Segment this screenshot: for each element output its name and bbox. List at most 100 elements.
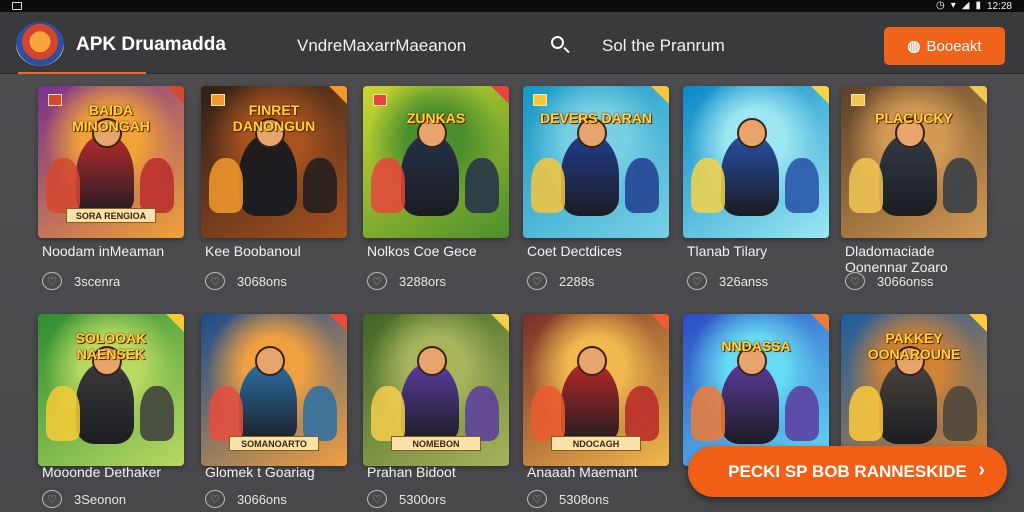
game-card[interactable]: SOLOOAK NAENSEK — [38, 314, 184, 466]
game-side-character — [465, 158, 499, 213]
game-meta: ♡ 326anss — [687, 272, 768, 290]
favorite-icon[interactable]: ♡ — [42, 272, 62, 290]
game-title[interactable]: Dladomaciade Oonennar Zoaro — [845, 243, 997, 275]
game-title[interactable]: Nolkos Coe Gece — [367, 243, 535, 259]
wifi-icon: ▾ — [950, 0, 956, 11]
game-side-character — [209, 158, 243, 213]
game-card[interactable]: BAIDA MINONGAH SORA RENGIOA — [38, 86, 184, 238]
game-card[interactable]: PLACUCKY — [841, 86, 987, 238]
floating-action-button[interactable]: PECKI SP BOB RANNESKIDE › — [688, 446, 1007, 497]
game-side-character — [465, 386, 499, 441]
game-character-illustration — [879, 346, 937, 444]
game-card[interactable]: SOMANOARTO — [201, 314, 347, 466]
game-side-character — [785, 158, 819, 213]
game-side-character — [531, 158, 565, 213]
game-stat: 5308ons — [559, 491, 609, 507]
game-logo-text: NNDASSA — [721, 338, 791, 354]
game-logo-text: BAIDA MINONGAH — [72, 102, 150, 134]
game-character-illustration — [401, 118, 459, 216]
status-time: 12:28 — [986, 0, 1012, 12]
photo-icon — [12, 2, 22, 10]
signal-icon: ◢ — [961, 0, 970, 11]
nav-link-primary[interactable]: VndreMaxarrMaeanon — [297, 36, 466, 56]
game-stat: 3Seonon — [74, 491, 127, 507]
game-side-character — [371, 158, 405, 213]
game-banner: NDOCAGH — [551, 436, 641, 451]
game-side-character — [140, 158, 174, 213]
header-action-button[interactable]: ◍ Booeakt — [884, 27, 1005, 65]
game-card[interactable]: NOMEBON — [363, 314, 509, 466]
status-bar: ◷ ▾ ◢ ▮ 12:28 — [0, 0, 1024, 12]
favorite-icon[interactable]: ♡ — [42, 490, 62, 508]
game-stat: 3288ors — [399, 273, 446, 289]
favorite-icon[interactable]: ♡ — [205, 490, 225, 508]
search-icon-handle — [563, 46, 570, 54]
battery-icon: ▮ — [975, 0, 981, 11]
game-side-character — [303, 158, 337, 213]
game-logo-text: FINRET DANONGUN — [232, 102, 316, 134]
game-meta: ♡ 5300ors — [367, 490, 446, 508]
game-banner: NOMEBON — [391, 436, 481, 451]
game-meta: ♡ 3Seonon — [42, 490, 126, 508]
game-meta: ♡ 3068ons — [205, 272, 287, 290]
game-meta: ♡ 5308ons — [527, 490, 609, 508]
floating-action-label: PECKI SP BOB RANNESKIDE — [728, 461, 967, 481]
game-character-illustration — [879, 118, 937, 216]
game-side-character — [140, 386, 174, 441]
game-side-character — [691, 158, 725, 213]
game-card[interactable]: ZUNKAS — [363, 86, 509, 238]
game-meta: ♡ 3scenra — [42, 272, 120, 290]
alarm-icon: ◷ — [935, 0, 945, 11]
favorite-icon[interactable]: ♡ — [367, 272, 387, 290]
game-side-character — [849, 158, 883, 213]
game-title[interactable]: Glomek t Goariag — [205, 464, 373, 480]
game-stat: 3066onss — [877, 273, 934, 289]
game-title[interactable]: Anaaah Maemant — [527, 464, 695, 480]
game-card[interactable]: PAKKEY OONAROUNE — [841, 314, 987, 466]
game-side-character — [943, 386, 977, 441]
game-stat: 5300ors — [399, 491, 446, 507]
game-banner: SORA RENGIOA — [66, 208, 156, 223]
game-logo-text: SOLOOAK NAENSEK — [75, 330, 147, 362]
game-title[interactable]: Coet Dectdices — [527, 243, 695, 259]
game-card[interactable]: NDOCAGH — [523, 314, 669, 466]
favorite-icon[interactable]: ♡ — [687, 272, 707, 290]
game-logo-text: ZUNKAS — [406, 110, 466, 126]
game-stat: 3066ons — [237, 491, 287, 507]
game-card[interactable]: NNDASSA — [683, 314, 829, 466]
app-logo[interactable] — [16, 22, 64, 66]
game-character-illustration — [561, 118, 619, 216]
game-character-illustration — [239, 118, 297, 216]
favorite-icon[interactable]: ♡ — [845, 272, 865, 290]
favorite-icon[interactable]: ♡ — [527, 490, 547, 508]
game-stat: 2288s — [559, 273, 595, 289]
favorite-icon[interactable]: ♡ — [367, 490, 387, 508]
game-title[interactable]: Kee Boobanoul — [205, 243, 373, 259]
game-side-character — [531, 386, 565, 441]
book-icon: ◍ — [907, 38, 921, 55]
game-stat: 326anss — [719, 273, 769, 289]
game-title[interactable]: Mooonde Dethaker — [42, 464, 210, 480]
game-card[interactable]: DEVERS DARAN — [523, 86, 669, 238]
game-card[interactable]: FINRET DANONGUN — [201, 86, 347, 238]
game-side-character — [625, 158, 659, 213]
game-character-illustration — [721, 118, 779, 216]
game-character-illustration — [239, 346, 297, 444]
favorite-icon[interactable]: ♡ — [205, 272, 225, 290]
game-side-character — [46, 158, 80, 213]
app-title[interactable]: APK Druamadda — [76, 34, 226, 56]
game-side-character — [303, 386, 337, 441]
game-title[interactable]: Tlanab Tilary — [687, 243, 855, 259]
game-title[interactable]: Prahan Bidoot — [367, 464, 535, 480]
favorite-icon[interactable]: ♡ — [527, 272, 547, 290]
game-stat: 3068ons — [237, 273, 287, 289]
game-character-illustration — [721, 346, 779, 444]
game-logo-text: DEVERS DARAN — [539, 110, 652, 126]
game-side-character — [46, 386, 80, 441]
game-banner: SOMANOARTO — [229, 436, 319, 451]
game-meta: ♡ 2288s — [527, 272, 594, 290]
game-title[interactable]: Noodam inMeaman — [42, 243, 210, 259]
nav-link-premium[interactable]: Sol the Pranrum — [602, 36, 725, 56]
game-card[interactable] — [683, 86, 829, 238]
search-button[interactable] — [548, 34, 572, 58]
